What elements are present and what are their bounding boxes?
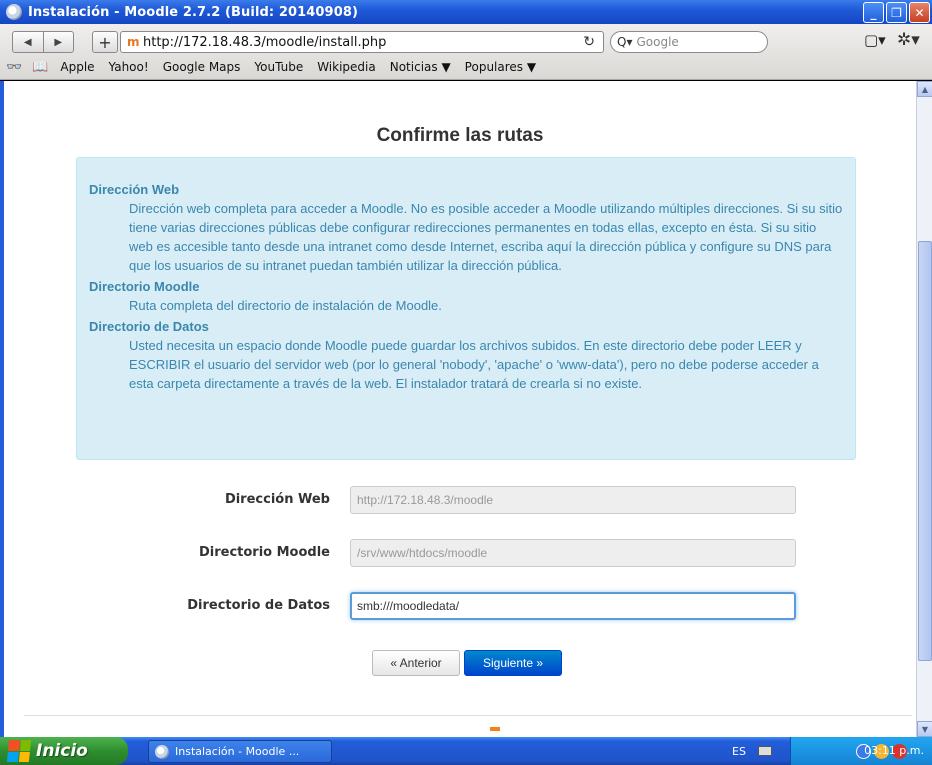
start-button[interactable]: Inicio	[0, 737, 128, 765]
wwwroot-input[interactable]: http://172.18.48.3/moodle	[350, 486, 796, 514]
info-term-wwwroot: Dirección Web	[89, 182, 180, 197]
vertical-scrollbar[interactable]: ▲ ▼	[916, 81, 932, 737]
system-clock: 03:11 p.m.	[864, 744, 924, 757]
bookmarks-book-icon[interactable]: 📖	[32, 60, 48, 75]
info-desc-dirroot: Ruta completa del directorio de instalac…	[129, 298, 442, 313]
search-placeholder: Google	[636, 35, 679, 49]
info-desc-dataroot: Usted necesita un espacio donde Moodle p…	[129, 338, 819, 391]
reload-icon[interactable]: ↻	[583, 34, 595, 50]
bookmark-apple[interactable]: Apple	[60, 60, 94, 74]
page-content: Confirme las rutas Dirección Web Direcci…	[0, 81, 916, 737]
maximize-button[interactable]: ❐	[886, 2, 907, 23]
search-icon[interactable]: Q▾	[617, 35, 632, 49]
minimize-button[interactable]: _	[863, 2, 884, 23]
moodle-footer-logo	[490, 727, 500, 731]
keyboard-icon[interactable]	[757, 746, 772, 756]
address-bar[interactable]: m http://172.18.48.3/moodle/install.php …	[120, 31, 604, 53]
bookmark-populares[interactable]: Populares ▼	[465, 60, 536, 74]
wwwroot-row: Dirección Web http://172.18.48.3/moodle	[4, 486, 916, 516]
bookmark-google-maps[interactable]: Google Maps	[163, 60, 241, 74]
bookmark-youtube[interactable]: YouTube	[254, 60, 303, 74]
dataroot-row: Directorio de Datos smb:///moodledata/	[4, 592, 916, 622]
system-tray: ES 03:11 p.m.	[724, 737, 932, 765]
close-button[interactable]: ✕	[909, 2, 930, 23]
page-menu-icon[interactable]: ▢▾	[864, 31, 886, 49]
paths-info-box: Dirección Web Dirección web completa par…	[76, 157, 856, 460]
dirroot-input[interactable]: /srv/www/htdocs/moodle	[350, 539, 796, 567]
browser-toolbar: ◀ ▶ + m http://172.18.48.3/moodle/instal…	[0, 24, 932, 80]
scrollbar-thumb[interactable]	[918, 241, 932, 661]
taskbar-window-label: Instalación - Moodle ...	[175, 745, 300, 758]
settings-gear-icon[interactable]: ✲▾	[897, 30, 920, 50]
window-title: Instalación - Moodle 2.7.2 (Build: 20140…	[28, 4, 359, 20]
info-desc-wwwroot: Dirección web completa para acceder a Mo…	[129, 201, 843, 273]
info-term-dataroot: Directorio de Datos	[89, 319, 209, 334]
browser-app-icon	[6, 4, 22, 20]
info-term-dirroot: Directorio Moodle	[89, 279, 200, 294]
bookmarks-bar: 👓 📖 Apple Yahoo! Google Maps YouTube Wik…	[0, 57, 932, 77]
scroll-down-icon[interactable]: ▼	[917, 721, 932, 737]
windows-flag-icon	[6, 740, 32, 762]
page-title: Confirme las rutas	[376, 125, 544, 146]
dataroot-label: Directorio de Datos	[187, 598, 330, 613]
address-bar-url[interactable]: http://172.18.48.3/moodle/install.php	[143, 35, 386, 50]
search-field[interactable]: Q▾ Google	[610, 31, 768, 53]
back-forward-group: ◀ ▶	[12, 31, 74, 53]
start-label: Inicio	[36, 741, 88, 761]
taskbar-window-item[interactable]: Instalación - Moodle ...	[148, 740, 332, 763]
reader-glasses-icon[interactable]: 👓	[6, 60, 22, 75]
wwwroot-label: Dirección Web	[224, 492, 330, 507]
footer-divider	[24, 715, 912, 716]
dirroot-row: Directorio Moodle /srv/www/htdocs/moodle	[4, 539, 916, 569]
forward-button[interactable]: ▶	[44, 32, 74, 52]
bookmark-noticias[interactable]: Noticias ▼	[390, 60, 451, 74]
window-controls: _ ❐ ✕	[863, 2, 930, 23]
window-titlebar[interactable]: Instalación - Moodle 2.7.2 (Build: 20140…	[0, 0, 932, 24]
next-button[interactable]: Siguiente »	[464, 650, 562, 676]
dataroot-input[interactable]: smb:///moodledata/	[350, 592, 796, 620]
scroll-up-icon[interactable]: ▲	[917, 81, 932, 97]
windows-taskbar: Inicio Instalación - Moodle ... ES 03:11…	[0, 737, 932, 765]
moodle-favicon-icon: m	[127, 35, 140, 49]
bookmark-wikipedia[interactable]: Wikipedia	[317, 60, 376, 74]
add-bookmark-button[interactable]: +	[92, 31, 118, 53]
browser-task-icon	[155, 744, 169, 759]
navigation-row: ◀ ▶ + m http://172.18.48.3/moodle/instal…	[0, 29, 932, 55]
previous-button[interactable]: « Anterior	[372, 650, 460, 676]
dirroot-label: Directorio Moodle	[198, 545, 330, 560]
language-indicator[interactable]: ES	[732, 745, 746, 758]
back-button[interactable]: ◀	[13, 32, 44, 52]
bookmark-yahoo[interactable]: Yahoo!	[109, 60, 149, 74]
